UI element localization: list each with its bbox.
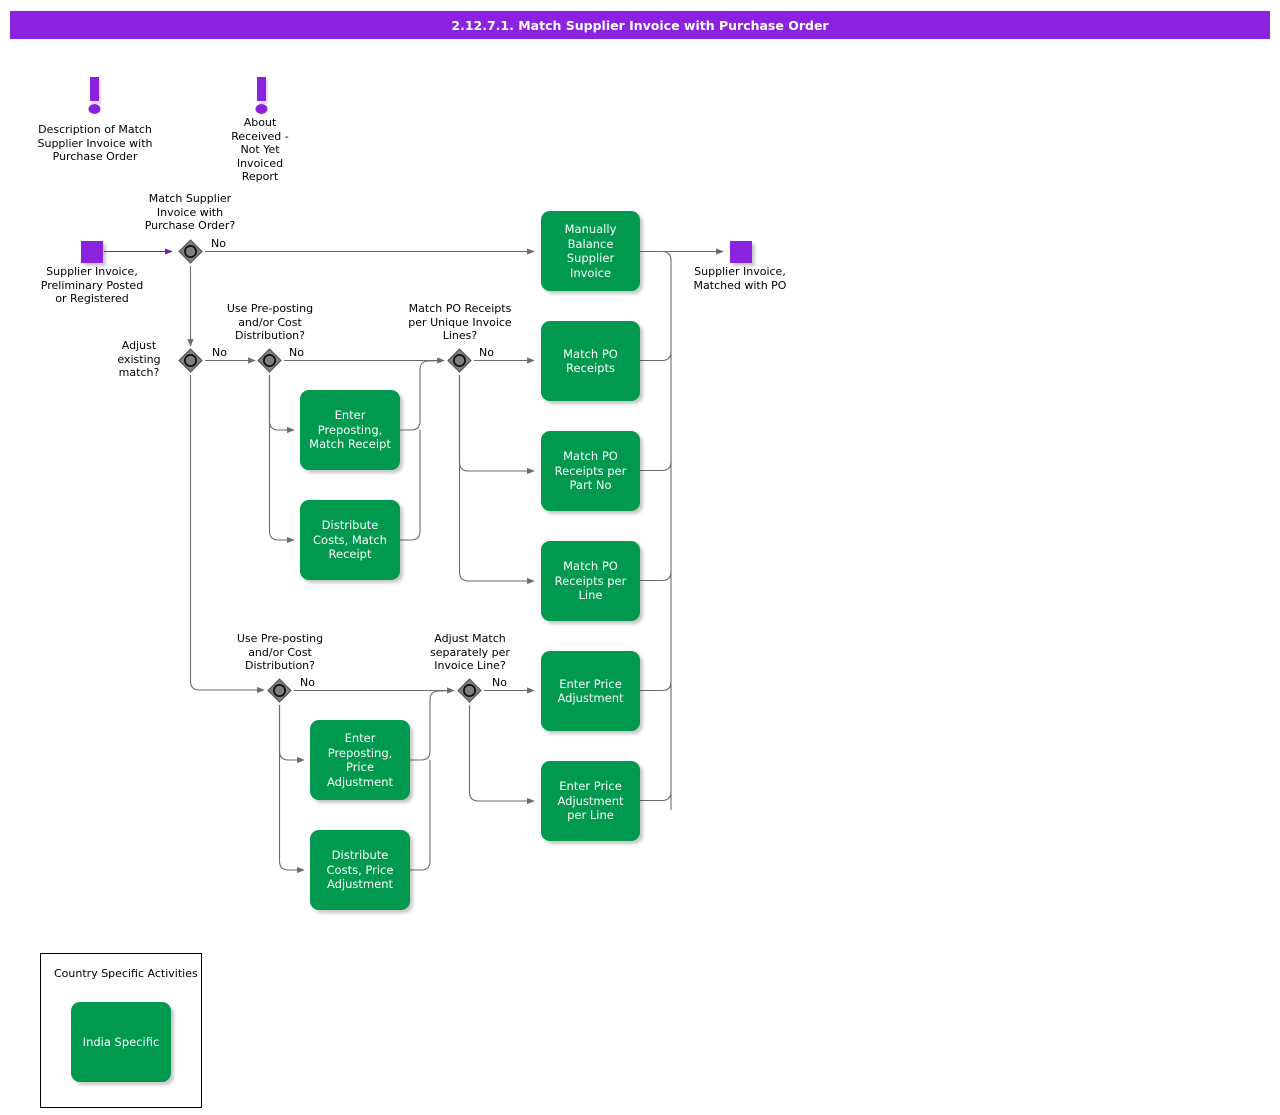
task-match-po-receipts-per-line[interactable]: Match PO Receipts per Line bbox=[541, 541, 640, 621]
gateway-match-supplier-invoice-label: Match Supplier Invoice with Purchase Ord… bbox=[130, 192, 250, 233]
gateway-match-supplier-invoice-branch: No bbox=[211, 237, 226, 250]
description-annotation-label: Description of Match Supplier Invoice wi… bbox=[15, 123, 175, 164]
task-manually-balance-supplier-invoice[interactable]: Manually Balance Supplier Invoice bbox=[541, 211, 640, 291]
gateway-adjust-match-per-invoice-line[interactable] bbox=[456, 677, 483, 704]
gateway-adjust-match-per-invoice-line-branch: No bbox=[492, 676, 507, 689]
report-annotation-label: About Received - Not Yet Invoiced Report bbox=[212, 116, 308, 184]
task-label: Match PO Receipts per Part No bbox=[547, 449, 634, 493]
task-enter-preposting-price-adjustment[interactable]: Enter Preposting, Price Adjustment bbox=[310, 720, 410, 800]
gateway-use-prepost-cost-dist-upper-label: Use Pre-posting and/or Cost Distribution… bbox=[209, 302, 331, 343]
task-distribute-costs-price-adjustment[interactable]: Distribute Costs, Price Adjustment bbox=[310, 830, 410, 910]
page-title-text: 2.12.7.1. Match Supplier Invoice with Pu… bbox=[451, 18, 828, 33]
task-match-po-receipts-per-part-no[interactable]: Match PO Receipts per Part No bbox=[541, 431, 640, 511]
task-label: Match PO Receipts per Line bbox=[547, 559, 634, 603]
task-label: Enter Preposting, Match Receipt bbox=[306, 408, 394, 452]
gateway-use-prepost-cost-dist-upper-branch: No bbox=[289, 346, 304, 359]
task-label: Match PO Receipts bbox=[547, 347, 634, 376]
task-label: Enter Price Adjustment per Line bbox=[547, 779, 634, 823]
gateway-adjust-match-per-invoice-line-label: Adjust Match separately per Invoice Line… bbox=[408, 632, 532, 673]
group-title: Country Specific Activities bbox=[54, 967, 198, 980]
task-india-specific[interactable]: India Specific bbox=[71, 1002, 171, 1082]
gateway-match-po-receipts-unique-lines-label: Match PO Receipts per Unique Invoice Lin… bbox=[392, 302, 528, 343]
task-enter-price-adjustment-per-line[interactable]: Enter Price Adjustment per Line bbox=[541, 761, 640, 841]
task-distribute-costs-match-receipt[interactable]: Distribute Costs, Match Receipt bbox=[300, 500, 400, 580]
task-enter-preposting-match-receipt[interactable]: Enter Preposting, Match Receipt bbox=[300, 390, 400, 470]
country-specific-activities-group: Country Specific Activities India Specif… bbox=[40, 953, 202, 1108]
end-event-label: Supplier Invoice, Matched with PO bbox=[672, 265, 808, 292]
page-title: 2.12.7.1. Match Supplier Invoice with Pu… bbox=[10, 11, 1270, 39]
task-label: Distribute Costs, Price Adjustment bbox=[316, 848, 404, 892]
end-event-supplier-invoice-matched[interactable] bbox=[730, 241, 752, 263]
gateway-use-prepost-cost-dist-upper[interactable] bbox=[256, 347, 283, 374]
report-annotation-icon bbox=[249, 76, 275, 120]
task-label: Distribute Costs, Match Receipt bbox=[306, 518, 394, 562]
gateway-adjust-existing-match-label: Adjust existing match? bbox=[108, 339, 170, 380]
task-label: Manually Balance Supplier Invoice bbox=[547, 222, 634, 280]
task-label: Enter Price Adjustment bbox=[547, 677, 634, 706]
gateway-adjust-existing-match[interactable] bbox=[177, 347, 204, 374]
start-event-label: Supplier Invoice, Preliminary Posted or … bbox=[22, 265, 162, 306]
task-label: Enter Preposting, Price Adjustment bbox=[316, 731, 404, 789]
gateway-match-po-receipts-unique-lines-branch: No bbox=[479, 346, 494, 359]
gateway-match-supplier-invoice[interactable] bbox=[177, 238, 204, 265]
gateway-use-prepost-cost-dist-lower[interactable] bbox=[266, 677, 293, 704]
task-label: India Specific bbox=[83, 1035, 160, 1050]
connector-layer bbox=[0, 0, 1280, 1115]
gateway-adjust-existing-match-branch: No bbox=[212, 346, 227, 359]
description-annotation-icon bbox=[82, 76, 108, 120]
gateway-match-po-receipts-unique-lines[interactable] bbox=[446, 347, 473, 374]
task-match-po-receipts[interactable]: Match PO Receipts bbox=[541, 321, 640, 401]
task-enter-price-adjustment[interactable]: Enter Price Adjustment bbox=[541, 651, 640, 731]
diagram-canvas: 2.12.7.1. Match Supplier Invoice with Pu… bbox=[0, 0, 1280, 1115]
gateway-use-prepost-cost-dist-lower-branch: No bbox=[300, 676, 315, 689]
start-event-supplier-invoice[interactable] bbox=[81, 241, 103, 263]
gateway-use-prepost-cost-dist-lower-label: Use Pre-posting and/or Cost Distribution… bbox=[219, 632, 341, 673]
